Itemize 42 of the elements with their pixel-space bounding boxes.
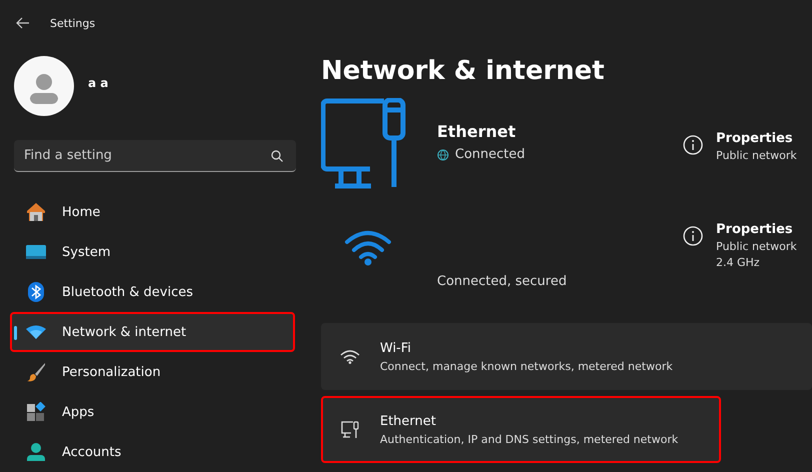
paintbrush-icon — [26, 362, 46, 382]
nav-item[interactable]: Personalization — [10, 352, 295, 392]
nav-item[interactable]: Bluetooth & devices — [10, 272, 295, 312]
wifi-icon — [26, 325, 46, 339]
wired-computer-icon — [321, 98, 407, 190]
card-title: Ethernet — [380, 414, 437, 428]
house-icon — [26, 202, 46, 222]
connection-status: Connected — [455, 147, 526, 162]
nav-item[interactable]: Accounts — [10, 432, 295, 472]
property-detail: Public network — [716, 240, 797, 253]
connection-status: Connected, secured — [437, 274, 567, 289]
globe-icon — [437, 148, 449, 160]
connection-name: Ethernet — [437, 122, 517, 141]
info-icon[interactable] — [683, 135, 703, 155]
back-arrow-icon[interactable] — [16, 17, 30, 29]
settings-card[interactable]: Wi-Fi Connect, manage known networks, metered network — [321, 323, 812, 390]
nav-item[interactable]: System — [10, 232, 295, 272]
card-description: Connect, manage known networks, metered network — [380, 360, 673, 372]
person-icon — [26, 442, 46, 462]
wifi-icon — [340, 349, 360, 364]
properties-link[interactable]: Properties — [716, 222, 797, 237]
bluetooth-icon — [26, 282, 46, 302]
user-name: a a — [88, 76, 108, 90]
property-detail: 2.4 GHz — [716, 256, 761, 269]
info-icon[interactable] — [683, 226, 703, 246]
nav-item[interactable]: Apps — [10, 392, 295, 432]
properties-link[interactable]: Properties — [716, 131, 797, 146]
card-description: Authentication, IP and DNS settings, metered network — [380, 432, 678, 446]
nav-item[interactable]: Network & internet — [10, 312, 295, 352]
search-field[interactable]: Find a setting — [14, 140, 296, 172]
window-title: Settings — [50, 16, 96, 30]
settings-card[interactable]: Ethernet Authentication, IP and DNS settings, metered network — [321, 396, 721, 463]
wifi-icon — [344, 228, 392, 266]
wired-computer-icon — [340, 420, 360, 440]
card-title: Wi-Fi — [380, 340, 412, 356]
avatar-icon — [14, 56, 74, 116]
apps-icon — [26, 402, 46, 422]
page-title: Network & internet — [321, 56, 606, 86]
search-icon[interactable] — [271, 150, 283, 162]
property-detail: Public network — [716, 149, 797, 162]
nav-item[interactable]: Home — [10, 192, 295, 232]
monitor-icon — [26, 244, 46, 260]
